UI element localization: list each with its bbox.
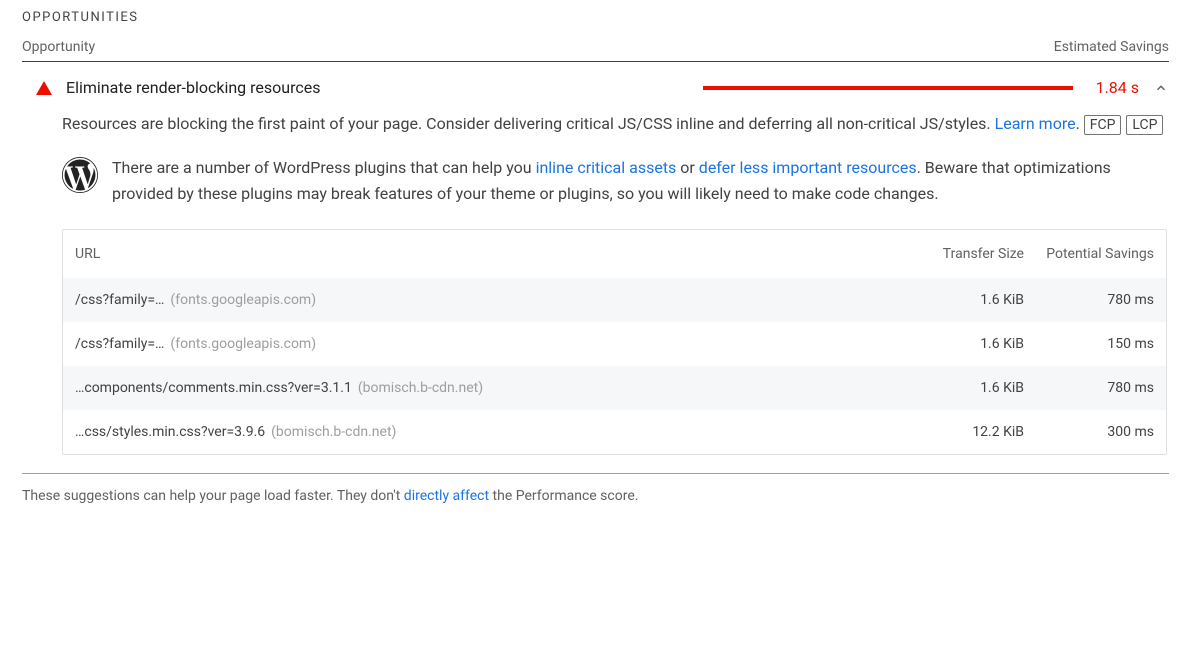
cell-size: 1.6 KiB bbox=[864, 336, 1024, 352]
header-opportunity: Opportunity bbox=[22, 39, 95, 55]
savings-value: 1.84 s bbox=[1087, 78, 1139, 97]
cell-origin: (fonts.googleapis.com) bbox=[170, 336, 316, 352]
divider bbox=[22, 473, 1169, 474]
audit-title: Eliminate render-blocking resources bbox=[66, 78, 320, 97]
footer-pre: These suggestions can help your page loa… bbox=[22, 488, 404, 504]
section-title: OPPORTUNITIES bbox=[22, 10, 1169, 25]
wp-mid: or bbox=[676, 158, 698, 177]
audit-description: Resources are blocking the first paint o… bbox=[62, 111, 1167, 137]
cell-url: /css?family=… bbox=[75, 336, 164, 352]
th-size: Transfer Size bbox=[864, 246, 1024, 262]
audit-details: Resources are blocking the first paint o… bbox=[22, 111, 1169, 455]
cell-url: …css/styles.min.css?ver=3.9.6 bbox=[75, 424, 265, 440]
defer-resources-link[interactable]: defer less important resources bbox=[699, 158, 917, 177]
cell-url: …components/comments.min.css?ver=3.1.1 bbox=[75, 380, 352, 396]
cell-origin: (bomisch.b-cdn.net) bbox=[271, 424, 396, 440]
footer-suf: the Performance score. bbox=[489, 488, 638, 504]
metric-tag-lcp: LCP bbox=[1126, 115, 1163, 135]
directly-affect-link[interactable]: directly affect bbox=[404, 488, 489, 504]
table-row: /css?family=… (fonts.googleapis.com) 1.6 … bbox=[63, 278, 1166, 322]
desc-text: Resources are blocking the first paint o… bbox=[62, 114, 995, 133]
table-row: /css?family=… (fonts.googleapis.com) 1.6 … bbox=[63, 322, 1166, 366]
cell-origin: (bomisch.b-cdn.net) bbox=[358, 380, 483, 396]
table-row: …css/styles.min.css?ver=3.9.6 (bomisch.b-… bbox=[63, 410, 1166, 454]
wordpress-icon bbox=[62, 157, 98, 193]
cell-url: /css?family=… bbox=[75, 292, 164, 308]
chevron-up-icon[interactable] bbox=[1153, 80, 1169, 96]
cell-origin: (fonts.googleapis.com) bbox=[170, 292, 316, 308]
cell-savings: 300 ms bbox=[1024, 424, 1154, 440]
wp-prefix: There are a number of WordPress plugins … bbox=[112, 158, 536, 177]
audit-summary-row[interactable]: Eliminate render-blocking resources 1.84… bbox=[22, 76, 1169, 111]
desc-suffix: . bbox=[1076, 114, 1080, 133]
table-row: …components/comments.min.css?ver=3.1.1 (b… bbox=[63, 366, 1166, 410]
inline-critical-link[interactable]: inline critical assets bbox=[536, 158, 677, 177]
cell-savings: 780 ms bbox=[1024, 292, 1154, 308]
wordpress-text: There are a number of WordPress plugins … bbox=[112, 155, 1167, 208]
wordpress-note: There are a number of WordPress plugins … bbox=[62, 155, 1167, 208]
cell-size: 1.6 KiB bbox=[864, 292, 1024, 308]
fail-icon bbox=[36, 81, 52, 95]
learn-more-link[interactable]: Learn more bbox=[995, 114, 1076, 133]
th-url: URL bbox=[75, 246, 864, 262]
header-savings: Estimated Savings bbox=[1054, 39, 1169, 55]
opportunities-header: Opportunity Estimated Savings bbox=[22, 39, 1169, 62]
metric-tag-fcp: FCP bbox=[1084, 115, 1122, 135]
resources-table: URL Transfer Size Potential Savings /css… bbox=[62, 229, 1167, 455]
cell-savings: 780 ms bbox=[1024, 380, 1154, 396]
footer-note: These suggestions can help your page loa… bbox=[22, 488, 1169, 504]
cell-size: 1.6 KiB bbox=[864, 380, 1024, 396]
cell-size: 12.2 KiB bbox=[864, 424, 1024, 440]
th-savings: Potential Savings bbox=[1024, 246, 1154, 262]
cell-savings: 150 ms bbox=[1024, 336, 1154, 352]
savings-bar bbox=[703, 86, 1073, 90]
table-header: URL Transfer Size Potential Savings bbox=[63, 230, 1166, 278]
